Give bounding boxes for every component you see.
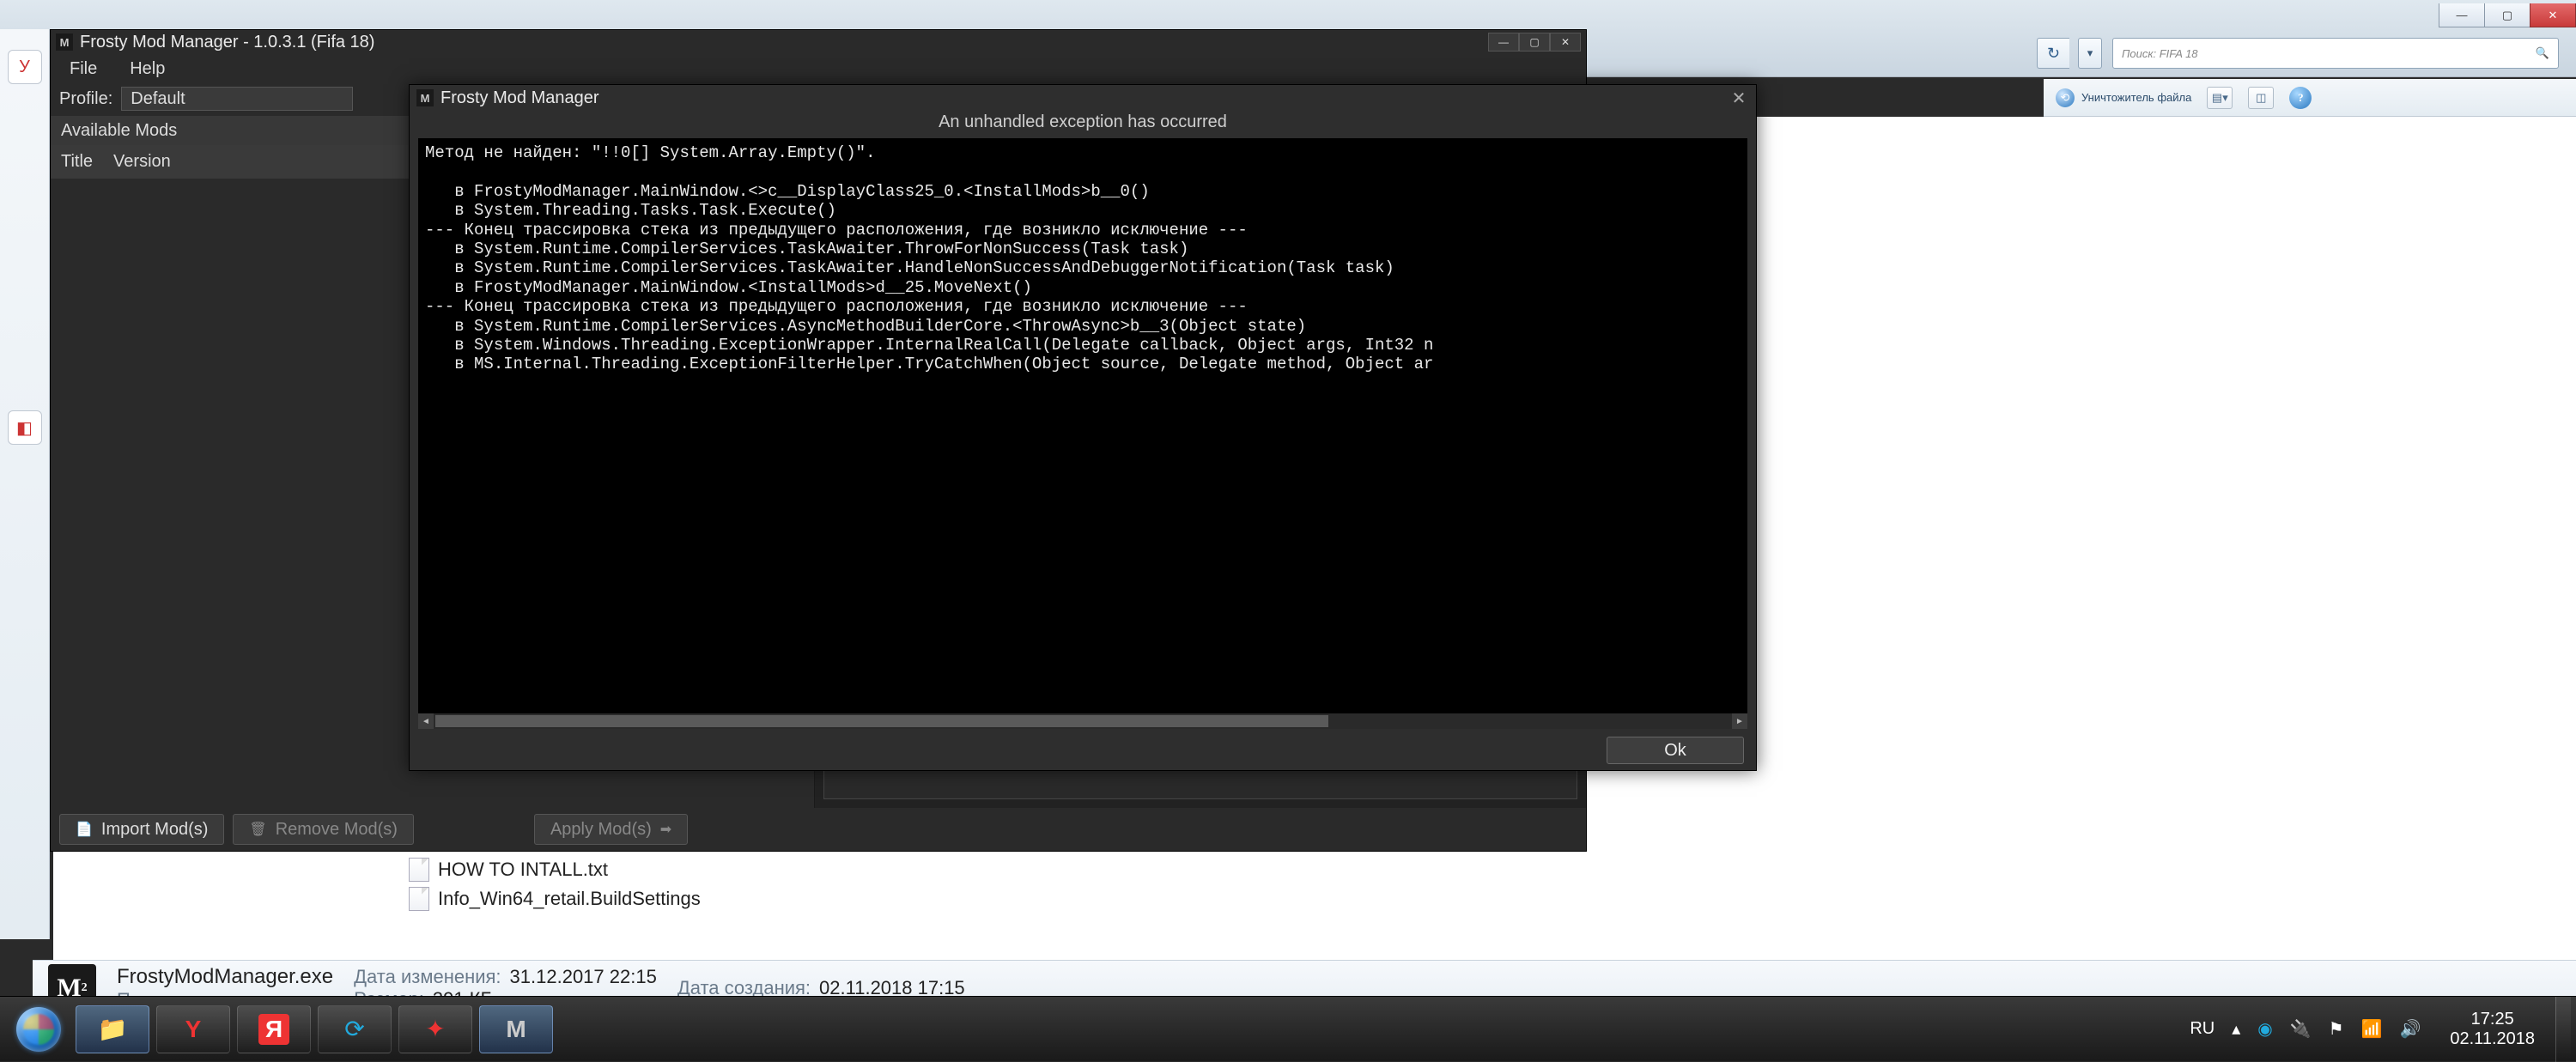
file-icon [409, 858, 429, 882]
error-dialog: M Frosty Mod Manager ✕ An unhandled exce… [409, 84, 1757, 771]
tray-flag-icon[interactable]: ⚑ [2329, 1018, 2344, 1040]
tray-app-icon[interactable]: ◉ [2257, 1018, 2272, 1040]
tray-language[interactable]: RU [2190, 1019, 2215, 1039]
start-button[interactable] [5, 1004, 72, 1055]
error-title-text: Frosty Mod Manager [440, 88, 599, 108]
window-minimize-button[interactable]: — [2439, 3, 2485, 27]
tray-volume-icon[interactable]: 🔊 [2399, 1018, 2421, 1040]
yandex-icon: У [8, 50, 42, 84]
taskbar-frosty[interactable]: M [479, 1005, 553, 1053]
error-stacktrace[interactable]: Метод не найден: "!!0[] System.Array.Emp… [418, 138, 1747, 719]
profile-label: Profile: [59, 89, 112, 109]
taskbar-explorer[interactable]: 📁 [76, 1005, 149, 1053]
clock-date: 02.11.2018 [2450, 1029, 2535, 1049]
profile-value: Default [131, 89, 185, 109]
taskbar-yandex[interactable]: Я [237, 1005, 311, 1053]
clock-time: 17:25 [2471, 1010, 2514, 1029]
file-name: HOW TO INTALL.txt [438, 859, 608, 881]
taskbar: 📁 Y Я ⟳ ✦ M RU ▴ ◉ 🔌 ⚑ 📶 🔊 17:25 02.11.2… [0, 996, 2576, 1061]
address-history-button[interactable]: ▾ [2078, 38, 2102, 69]
remove-mods-button[interactable]: 🗑 Remove Mod(s) [233, 814, 414, 845]
scroll-right-arrow[interactable]: ► [1732, 713, 1747, 729]
frosty-minimize-button[interactable]: — [1488, 33, 1519, 52]
tray-network-icon[interactable]: 📶 [2361, 1018, 2383, 1040]
modified-value: 31.12.2017 22:15 [510, 966, 657, 988]
profile-combo[interactable]: Default [121, 87, 353, 111]
file-shredder-button[interactable]: ⟲ Уничтожитель файла [2056, 88, 2191, 107]
search-icon: 🔍 [2536, 46, 2549, 60]
search-placeholder: Поиск: FIFA 18 [2122, 47, 2198, 60]
remove-label: Remove Mod(s) [276, 820, 398, 840]
shredder-icon: ⟲ [2056, 88, 2075, 107]
error-ok-button[interactable]: Ok [1607, 737, 1744, 764]
app-icon: ◧ [8, 410, 42, 445]
taskbar-yandex-browser[interactable]: Y [156, 1005, 230, 1053]
frosty-menubar: File Help [51, 54, 1586, 83]
tray-clock[interactable]: 17:25 02.11.2018 [2438, 1010, 2547, 1049]
col-version: Version [113, 152, 171, 172]
file-name: Info_Win64_retail.BuildSettings [438, 888, 701, 910]
error-horizontal-scrollbar[interactable]: ◄ ► [418, 713, 1747, 729]
modified-label: Дата изменения: [354, 966, 501, 988]
file-list: HOW TO INTALL.txt Info_Win64_retail.Buil… [409, 855, 701, 913]
file-row[interactable]: HOW TO INTALL.txt [409, 855, 701, 884]
menu-help[interactable]: Help [114, 54, 180, 84]
windows-orb-icon [16, 1007, 61, 1052]
scroll-left-arrow[interactable]: ◄ [418, 713, 434, 729]
frosty-logo-icon: M [416, 89, 434, 106]
system-tray: RU ▴ ◉ 🔌 ⚑ 📶 🔊 17:25 02.11.2018 [2190, 1010, 2555, 1049]
frosty-title: Frosty Mod Manager - 1.0.3.1 (Fifa 18) [80, 33, 374, 52]
arrow-right-icon: ➡ [660, 821, 671, 838]
import-label: Import Mod(s) [101, 820, 208, 840]
explorer-search-input[interactable]: Поиск: FIFA 18 🔍 [2112, 38, 2559, 69]
tray-power-icon[interactable]: 🔌 [2290, 1018, 2312, 1040]
window-maximize-button[interactable]: ▢ [2484, 3, 2530, 27]
taskbar-app-blue[interactable]: ⟳ [318, 1005, 392, 1053]
import-mods-button[interactable]: 📄 Import Mod(s) [59, 814, 224, 845]
view-options-button[interactable]: ▤▾ [2207, 87, 2233, 109]
apply-mods-button[interactable]: Apply Mod(s) ➡ [534, 814, 688, 845]
show-desktop-button[interactable] [2555, 997, 2571, 1062]
window-close-button[interactable]: ✕ [2530, 3, 2576, 27]
frosty-maximize-button[interactable]: ▢ [1519, 33, 1550, 52]
frosty-close-button[interactable]: ✕ [1550, 33, 1581, 52]
frosty-logo-icon: M [56, 33, 73, 51]
details-filename: FrostyModManager.exe [117, 965, 333, 989]
remove-icon: 🗑 [249, 821, 266, 838]
tray-chevron-up-icon[interactable]: ▴ [2232, 1018, 2240, 1040]
file-icon [409, 887, 429, 911]
address-refresh-button[interactable]: ↻ [2037, 38, 2069, 69]
error-subtitle: An unhandled exception has occurred [410, 111, 1756, 135]
error-titlebar[interactable]: M Frosty Mod Manager ✕ [410, 85, 1756, 111]
file-row[interactable]: Info_Win64_retail.BuildSettings [409, 884, 701, 913]
col-title: Title [61, 152, 93, 172]
frosty-footer: 📄 Import Mod(s) 🗑 Remove Mod(s) Apply Mod(… [51, 808, 1586, 851]
menu-file[interactable]: File [54, 54, 112, 84]
shredder-label: Уничтожитель файла [2081, 91, 2191, 104]
frosty-titlebar[interactable]: M Frosty Mod Manager - 1.0.3.1 (Fifa 18)… [51, 30, 1586, 54]
explorer-toolbar: ⟲ Уничтожитель файла ▤▾ ◫ ? [2044, 79, 2576, 117]
apply-label: Apply Mod(s) [550, 820, 652, 840]
error-close-button[interactable]: ✕ [1728, 88, 1749, 109]
preview-pane-button[interactable]: ◫ [2248, 87, 2274, 109]
scroll-thumb[interactable] [435, 715, 1328, 727]
import-icon: 📄 [76, 821, 93, 838]
taskbar-app-red[interactable]: ✦ [398, 1005, 472, 1053]
help-button[interactable]: ? [2289, 87, 2312, 109]
background-window-edge: У ◧ [0, 29, 50, 939]
